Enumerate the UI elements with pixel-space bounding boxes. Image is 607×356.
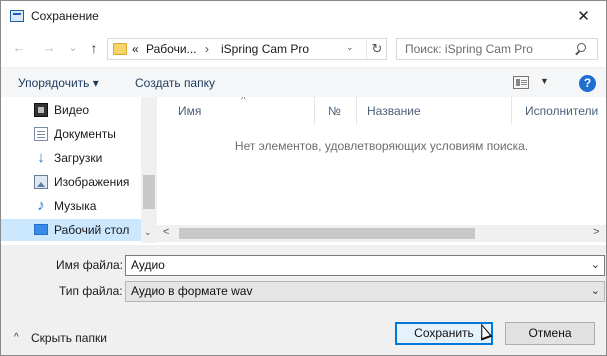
sidebar-item-pictures[interactable]: Изображения bbox=[1, 171, 141, 193]
search-input[interactable]: Поиск: iSpring Cam Pro bbox=[405, 42, 533, 56]
downloads-icon: ↓ bbox=[37, 149, 45, 166]
folder-icon bbox=[113, 43, 127, 55]
chevron-down-icon[interactable]: ⌄ bbox=[591, 258, 600, 271]
sidebar-item-label: Изображения bbox=[54, 175, 130, 189]
sidebar-item-desktop[interactable]: Рабочий стол bbox=[1, 219, 141, 241]
filename-field[interactable]: Аудио ⌄ bbox=[125, 255, 605, 276]
chevron-down-icon[interactable]: ⌄ bbox=[591, 284, 600, 297]
new-folder-button[interactable]: Создать папку bbox=[135, 76, 215, 90]
desktop-icon bbox=[34, 224, 48, 235]
address-dropdown-icon[interactable]: ⌄ bbox=[346, 42, 354, 53]
column-header-title[interactable]: Название bbox=[367, 104, 421, 118]
address-bar[interactable]: « Рабочи... › iSpring Cam Pro ⌄ ↻ bbox=[107, 38, 387, 60]
breadcrumb-overflow[interactable]: « bbox=[132, 42, 139, 56]
help-icon[interactable]: ? bbox=[579, 75, 596, 92]
app-icon bbox=[10, 10, 24, 22]
file-list: ^ Имя № Название Исполнители Нет элемент… bbox=[157, 97, 606, 243]
column-header-number[interactable]: № bbox=[328, 104, 341, 118]
filetype-label: Тип файла: bbox=[59, 284, 123, 298]
sidebar-item-documents[interactable]: Документы bbox=[1, 123, 141, 145]
pictures-icon bbox=[34, 175, 48, 189]
title-bar: Сохранение ✕ bbox=[1, 1, 606, 33]
sidebar-item-label: Рабочий стол bbox=[54, 223, 130, 237]
organize-button[interactable]: Упорядочить ▾ bbox=[18, 76, 99, 90]
sidebar-item-video[interactable]: Видео bbox=[1, 99, 141, 121]
filename-value[interactable]: Аудио bbox=[131, 258, 165, 272]
documents-icon bbox=[34, 127, 48, 141]
dialog-title: Сохранение bbox=[31, 9, 99, 23]
cancel-button[interactable]: Отмена bbox=[505, 322, 595, 345]
breadcrumb-ispring-cam-pro[interactable]: iSpring Cam Pro bbox=[221, 42, 309, 56]
sidebar-item-label: Музыка bbox=[54, 199, 97, 213]
column-header-name[interactable]: Имя bbox=[178, 104, 201, 118]
refresh-icon[interactable]: ↻ bbox=[366, 39, 387, 59]
filetype-select[interactable]: Аудио в формате wav ⌄ bbox=[125, 281, 605, 302]
chevron-up-icon[interactable]: ^ bbox=[14, 332, 19, 343]
sidebar-item-music[interactable]: ♪ Музыка bbox=[1, 195, 141, 217]
scroll-down-icon[interactable]: ⌄ bbox=[144, 227, 152, 238]
close-button[interactable]: ✕ bbox=[561, 1, 606, 33]
sidebar-scrollbar[interactable]: ⌄ bbox=[141, 97, 157, 243]
sidebar-item-downloads[interactable]: ↓ Загрузки bbox=[1, 147, 141, 169]
column-divider[interactable] bbox=[314, 97, 315, 125]
hide-folders-button[interactable]: Скрыть папки bbox=[31, 331, 107, 345]
breadcrumb-desktop[interactable]: Рабочи... bbox=[146, 42, 197, 56]
scroll-left-icon[interactable]: < bbox=[163, 226, 169, 238]
save-form: Имя файла: Аудио ⌄ Тип файла: Аудио в фо… bbox=[1, 245, 606, 355]
command-bar: Упорядочить ▾ Создать папку ▼ ? bbox=[1, 67, 606, 98]
search-box[interactable]: Поиск: iSpring Cam Pro bbox=[396, 38, 598, 60]
recent-locations-button[interactable]: ⌄ bbox=[65, 39, 81, 57]
column-header-artists[interactable]: Исполнители bbox=[525, 104, 598, 118]
empty-list-message: Нет элементов, удовлетворяющих условиям … bbox=[234, 139, 529, 153]
navigation-pane: Видео Документы ↓ Загрузки Изображения ♪… bbox=[1, 97, 157, 243]
search-icon[interactable] bbox=[577, 43, 586, 52]
save-dialog: Сохранение ✕ ← → ⌄ ↑ « Рабочи... › iSpri… bbox=[0, 0, 607, 356]
up-folder-button[interactable]: ↑ bbox=[86, 39, 102, 57]
view-dropdown-icon[interactable]: ▼ bbox=[540, 76, 549, 86]
back-button[interactable]: ← bbox=[11, 39, 27, 57]
scrollbar-thumb[interactable] bbox=[179, 228, 475, 239]
sidebar-item-label: Видео bbox=[54, 103, 90, 117]
sidebar-item-label: Загрузки bbox=[54, 151, 103, 165]
column-divider[interactable] bbox=[511, 97, 512, 125]
scrollbar-thumb[interactable] bbox=[143, 175, 155, 209]
navigation-bar: ← → ⌄ ↑ « Рабочи... › iSpring Cam Pro ⌄ … bbox=[1, 33, 606, 63]
filename-label: Имя файла: bbox=[56, 258, 123, 272]
forward-button[interactable]: → bbox=[41, 39, 57, 57]
sort-indicator-icon: ^ bbox=[241, 97, 246, 106]
column-divider[interactable] bbox=[356, 97, 357, 125]
filetype-value[interactable]: Аудио в формате wav bbox=[131, 284, 252, 298]
view-options-icon[interactable] bbox=[513, 76, 529, 89]
horizontal-scrollbar[interactable]: < > bbox=[157, 225, 606, 242]
music-icon: ♪ bbox=[37, 197, 45, 214]
sidebar-item-label: Документы bbox=[54, 127, 116, 141]
breadcrumb-separator[interactable]: › bbox=[205, 42, 209, 56]
scroll-right-icon[interactable]: > bbox=[593, 226, 599, 238]
video-icon bbox=[34, 103, 48, 117]
